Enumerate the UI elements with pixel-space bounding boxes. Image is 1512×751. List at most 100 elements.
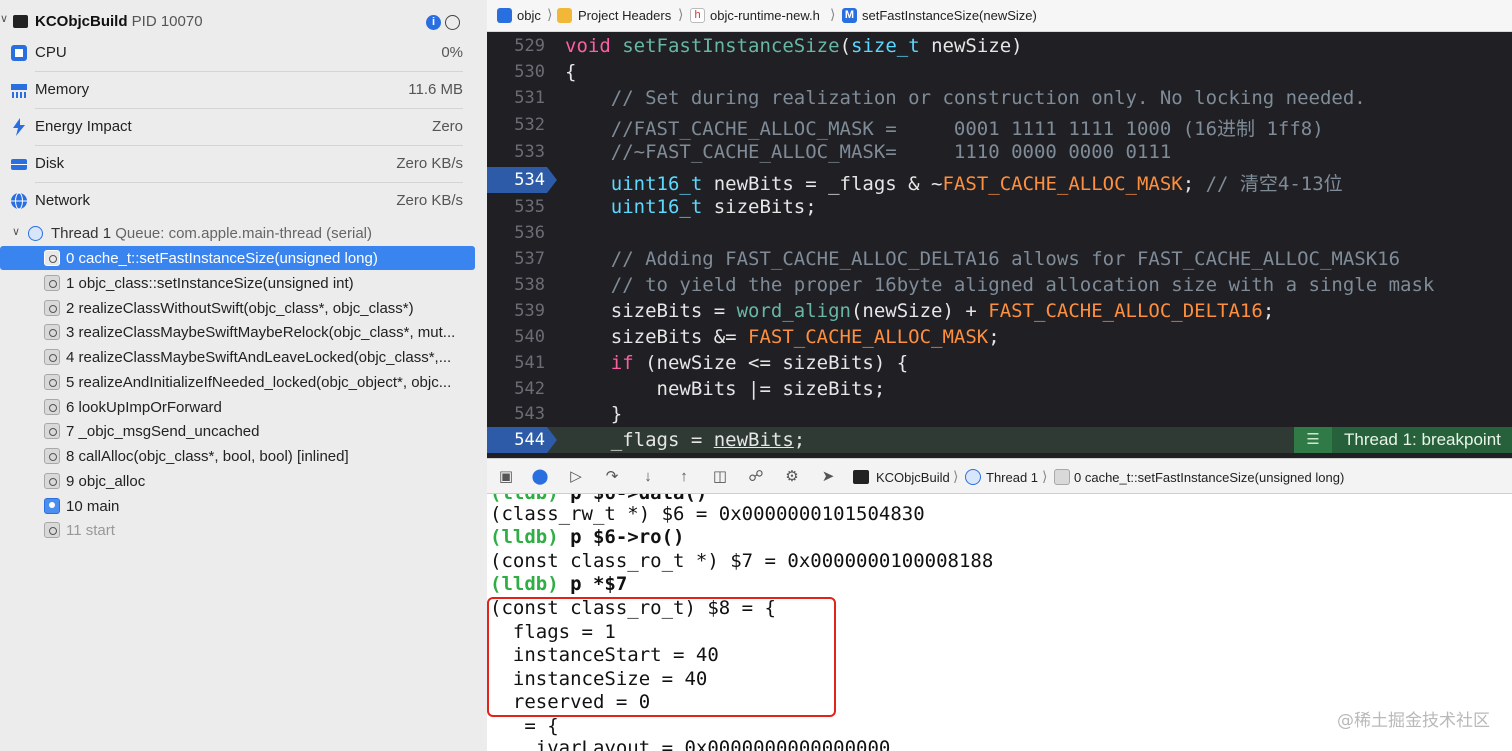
code-text: //~FAST_CACHE_ALLOC_MASK= 1110 0000 0000… [565, 141, 1172, 163]
stack-frame[interactable]: 4 realizeClassMaybeSwiftAndLeaveLocked(o… [0, 345, 475, 369]
jump-item-project[interactable]: objc [517, 8, 541, 23]
code-editor[interactable]: 529 void setFastInstanceSize(size_t newSi… [487, 32, 1512, 458]
code-token: FAST_CACHE_ALLOC_DELTA16 [988, 300, 1263, 322]
disclosure-chevron-icon[interactable]: ∨ [0, 12, 8, 25]
code-text: sizeBits &= FAST_CACHE_ALLOC_MASK; [565, 326, 1000, 348]
disclosure-chevron-icon[interactable]: ∨ [12, 225, 20, 238]
frame-icon [44, 473, 60, 489]
code-token: FAST_CACHE_ALLOC_MASK [942, 173, 1183, 195]
stack-frame[interactable]: 9 objc_alloc [0, 469, 475, 493]
frame-label: 7 _objc_msgSend_uncached [66, 423, 260, 440]
memory-graph-icon[interactable]: ☍ [747, 468, 765, 486]
code-line-current: 544 _flags = newBits; ☰ Thread 1: breakpo… [487, 427, 1512, 453]
frame-label: 1 objc_class::setInstanceSize(unsigned i… [66, 275, 354, 292]
view-hierarchy-icon[interactable]: ◫ [711, 468, 729, 486]
line-number: 535 [514, 197, 545, 217]
step-over-icon[interactable]: ↷ [603, 468, 621, 486]
stack-frame[interactable]: 7 _objc_msgSend_uncached [0, 419, 475, 443]
simulate-location-icon[interactable]: ➤ [819, 468, 837, 486]
line-number: 537 [514, 249, 545, 269]
console-line: (const class_ro_t *) $7 = 0x000000010000… [490, 550, 994, 572]
gauge-energy[interactable]: Energy Impact Zero [0, 109, 475, 146]
code-line: 542 newBits |= sizeBits; [487, 376, 1512, 402]
stack-frame[interactable]: 5 realizeAndInitializeIfNeeded_locked(ob… [0, 370, 475, 394]
thread-queue: Queue: com.apple.main-thread (serial) [115, 225, 373, 242]
code-line: 532 //FAST_CACHE_ALLOC_MASK = 0001 1111 … [487, 112, 1512, 140]
frame-label: 8 callAlloc(objc_class*, bool, bool) [in… [66, 448, 349, 465]
jump-item-file[interactable]: objc-runtime-new.h [710, 8, 820, 23]
frame-icon [44, 349, 60, 365]
thread-title: Thread 1 Queue: com.apple.main-thread (s… [51, 225, 372, 242]
thread-options-icon[interactable] [445, 15, 460, 30]
thread-icon [965, 469, 981, 485]
breakpoint-badge-label: Thread 1: breakpoint [1344, 430, 1501, 449]
disk-icon [11, 159, 27, 170]
breakpoint-badge[interactable]: ☰ Thread 1: breakpoint [1294, 427, 1512, 453]
frame-label: 0 cache_t::setFastInstanceSize(unsigned … [66, 250, 378, 267]
stack-frame[interactable]: 11 start [0, 518, 475, 542]
step-out-icon[interactable]: ↑ [675, 468, 693, 486]
stack-frame[interactable]: 6 lookUpImpOrForward [0, 395, 475, 419]
step-into-icon[interactable]: ↓ [639, 468, 657, 486]
lightning-icon [13, 118, 25, 136]
code-line: 536 [487, 220, 1512, 246]
console-line: (lldb) p *$7 [490, 573, 627, 595]
debug-toolbar: ▣ ⬤ ▷ ↷ ↓ ↑ ◫ ☍ ⚙ ➤ KCObjcBuild ⟩ Thread… [487, 458, 1512, 494]
watermark: @稀土掘金技术社区 [1337, 711, 1490, 731]
code-line: 530 { [487, 59, 1512, 85]
stack-frame[interactable]: 2 realizeClassWithoutSwift(objc_class*, … [0, 296, 475, 320]
thread-row[interactable]: ∨ Thread 1 Queue: com.apple.main-thread … [0, 223, 475, 245]
frame-label: 6 lookUpImpOrForward [66, 399, 222, 416]
code-line-breakpoint: 534 uint16_t newBits = _flags & ~FAST_CA… [487, 167, 1512, 195]
debug-crumb-thread[interactable]: Thread 1 [986, 470, 1038, 485]
continue-icon[interactable]: ▷ [567, 468, 585, 486]
console-line: = { [490, 715, 559, 737]
code-text: // Adding FAST_CACHE_ALLOC_DELTA16 allow… [565, 248, 1401, 270]
code-text: _flags = newBits; [565, 429, 806, 451]
gauge-label: Disk [35, 155, 65, 172]
code-token: FAST_CACHE_ALLOC_MASK [748, 326, 989, 348]
code-token: void [565, 35, 611, 57]
lldb-console[interactable]: (lldb) p $6->data() (class_rw_t *) $6 = … [487, 494, 1512, 751]
gauge-value: Zero KB/s [396, 155, 463, 172]
frame-icon [44, 300, 60, 316]
stack-frame[interactable]: 1 objc_class::setInstanceSize(unsigned i… [0, 271, 475, 295]
console-command: p $6->ro() [558, 526, 685, 548]
code-token: word_align [736, 300, 851, 322]
hide-debug-area-icon[interactable]: ▣ [497, 468, 515, 486]
process-row[interactable]: ∨ KCObjcBuild PID 10070 i [0, 12, 475, 34]
debug-crumb-frame[interactable]: 0 cache_t::setFastInstanceSize(unsigned … [1074, 470, 1344, 485]
code-text: { [565, 61, 577, 83]
jump-item-symbol[interactable]: setFastInstanceSize(newSize) [862, 8, 1037, 23]
gauge-value: Zero KB/s [396, 192, 463, 209]
stack-frame[interactable]: 8 callAlloc(objc_class*, bool, bool) [in… [0, 444, 475, 468]
gauge-value: 0% [441, 44, 463, 61]
frame-icon [44, 275, 60, 291]
debug-crumb-process[interactable]: KCObjcBuild [876, 470, 950, 485]
stack-frame[interactable]: 3 realizeClassMaybeSwiftMaybeRelock(objc… [0, 320, 475, 344]
gauge-disk[interactable]: Disk Zero KB/s [0, 146, 475, 183]
code-text: } [565, 403, 623, 425]
gauge-memory[interactable]: Memory 11.6 MB [0, 72, 475, 109]
jump-item-group[interactable]: Project Headers [578, 8, 671, 23]
code-line: 531 // Set during realization or constru… [487, 85, 1512, 111]
jump-bar: objc ⟩ Project Headers ⟩ h objc-runtime-… [487, 0, 1512, 32]
stack-frame[interactable]: 10 main [0, 494, 475, 518]
info-icon[interactable]: i [426, 15, 441, 30]
debug-navigator: ∨ KCObjcBuild PID 10070 i CPU 0% Memory … [0, 0, 487, 751]
environment-overrides-icon[interactable]: ⚙ [783, 468, 801, 486]
app-icon [13, 15, 28, 28]
frame-icon [44, 399, 60, 415]
stack-frame[interactable]: 0 cache_t::setFastInstanceSize(unsigned … [0, 246, 475, 270]
project-icon [497, 8, 512, 23]
line-number: 542 [514, 379, 545, 399]
chevron-right-icon: ⟩ [547, 6, 553, 22]
gauge-network[interactable]: Network Zero KB/s [0, 183, 475, 220]
gauge-cpu[interactable]: CPU 0% [0, 35, 475, 72]
gauge-label: Energy Impact [35, 118, 132, 135]
code-line: 529 void setFastInstanceSize(size_t newSi… [487, 33, 1512, 59]
breakpoints-toggle-icon[interactable]: ⬤ [531, 468, 549, 486]
frame-label: 9 objc_alloc [66, 473, 146, 490]
frame-icon [44, 324, 60, 340]
gauge-label: CPU [35, 44, 67, 61]
